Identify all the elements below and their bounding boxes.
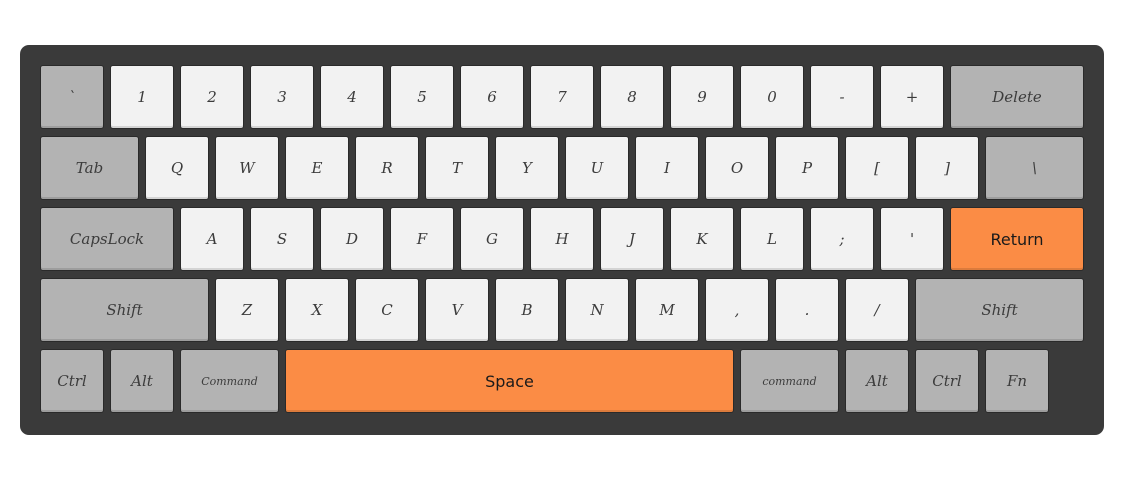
key-p-button[interactable]: P [775,136,839,200]
key-o-button[interactable]: O [705,136,769,200]
key-8-button[interactable]: 8 [600,65,664,129]
key-space-button[interactable]: Space [285,349,734,413]
key-3-button[interactable]: 3 [250,65,314,129]
key-command-button[interactable]: command [740,349,839,413]
key-z-button[interactable]: Z [215,278,279,342]
key-q-button[interactable]: Q [145,136,209,200]
key-6-button[interactable]: 6 [460,65,524,129]
key-i-button[interactable]: I [635,136,699,200]
key-g-button[interactable]: G [460,207,524,271]
key-d-button[interactable]: D [320,207,384,271]
key-5-button[interactable]: 5 [390,65,454,129]
key-return-button[interactable]: Return [950,207,1084,271]
key-b-button[interactable]: B [495,278,559,342]
key-fn-button[interactable]: Fn [985,349,1049,413]
key-7-button[interactable]: 7 [530,65,594,129]
key-comma-button[interactable]: , [705,278,769,342]
key-ctrl-left-button[interactable]: Ctrl [40,349,104,413]
key-w-button[interactable]: W [215,136,279,200]
key-alt-left-button[interactable]: Alt [110,349,174,413]
key-9-button[interactable]: 9 [670,65,734,129]
key-m-button[interactable]: M [635,278,699,342]
key-4-button[interactable]: 4 [320,65,384,129]
key-e-button[interactable]: E [285,136,349,200]
key-minus-button[interactable]: - [810,65,874,129]
key-x-button[interactable]: X [285,278,349,342]
key-s-button[interactable]: S [250,207,314,271]
key-shift-left-button[interactable]: Shift [40,278,209,342]
key-command-button[interactable]: Command [180,349,279,413]
key-c-button[interactable]: C [355,278,419,342]
key-t-button[interactable]: T [425,136,489,200]
key-r-button[interactable]: R [355,136,419,200]
key-quote-button[interactable]: ' [880,207,944,271]
key-delete-button[interactable]: Delete [950,65,1084,129]
key-0-button[interactable]: 0 [740,65,804,129]
key-period-button[interactable]: . [775,278,839,342]
key-n-button[interactable]: N [565,278,629,342]
key-2-button[interactable]: 2 [180,65,244,129]
key-shift-right-button[interactable]: Shift [915,278,1084,342]
key-1-button[interactable]: 1 [110,65,174,129]
key-u-button[interactable]: U [565,136,629,200]
key-lbracket-button[interactable]: [ [845,136,909,200]
key-tab-button[interactable]: Tab [40,136,139,200]
key-f-button[interactable]: F [390,207,454,271]
keyboard-frame: ` 1 2 3 4 5 6 7 8 9 0- + Delete Tab Q W E R T Y U I O P[] \ CapsL… [20,45,1104,435]
key-slash-button[interactable]: / [845,278,909,342]
key-k-button[interactable]: K [670,207,734,271]
key-y-button[interactable]: Y [495,136,559,200]
key-backslash-button[interactable]: \ [985,136,1084,200]
key-v-button[interactable]: V [425,278,489,342]
key-alt-right-button[interactable]: Alt [845,349,909,413]
key-h-button[interactable]: H [530,207,594,271]
key-l-button[interactable]: L [740,207,804,271]
key-rbracket-button[interactable]: ] [915,136,979,200]
key-backtick-button[interactable]: ` [40,65,104,129]
key-capslock-button[interactable]: CapsLock [40,207,174,271]
key-ctrl-right-button[interactable]: Ctrl [915,349,979,413]
key-a-button[interactable]: A [180,207,244,271]
key-j-button[interactable]: J [600,207,664,271]
key-plus-button[interactable]: + [880,65,944,129]
key-semicolon-button[interactable]: ; [810,207,874,271]
